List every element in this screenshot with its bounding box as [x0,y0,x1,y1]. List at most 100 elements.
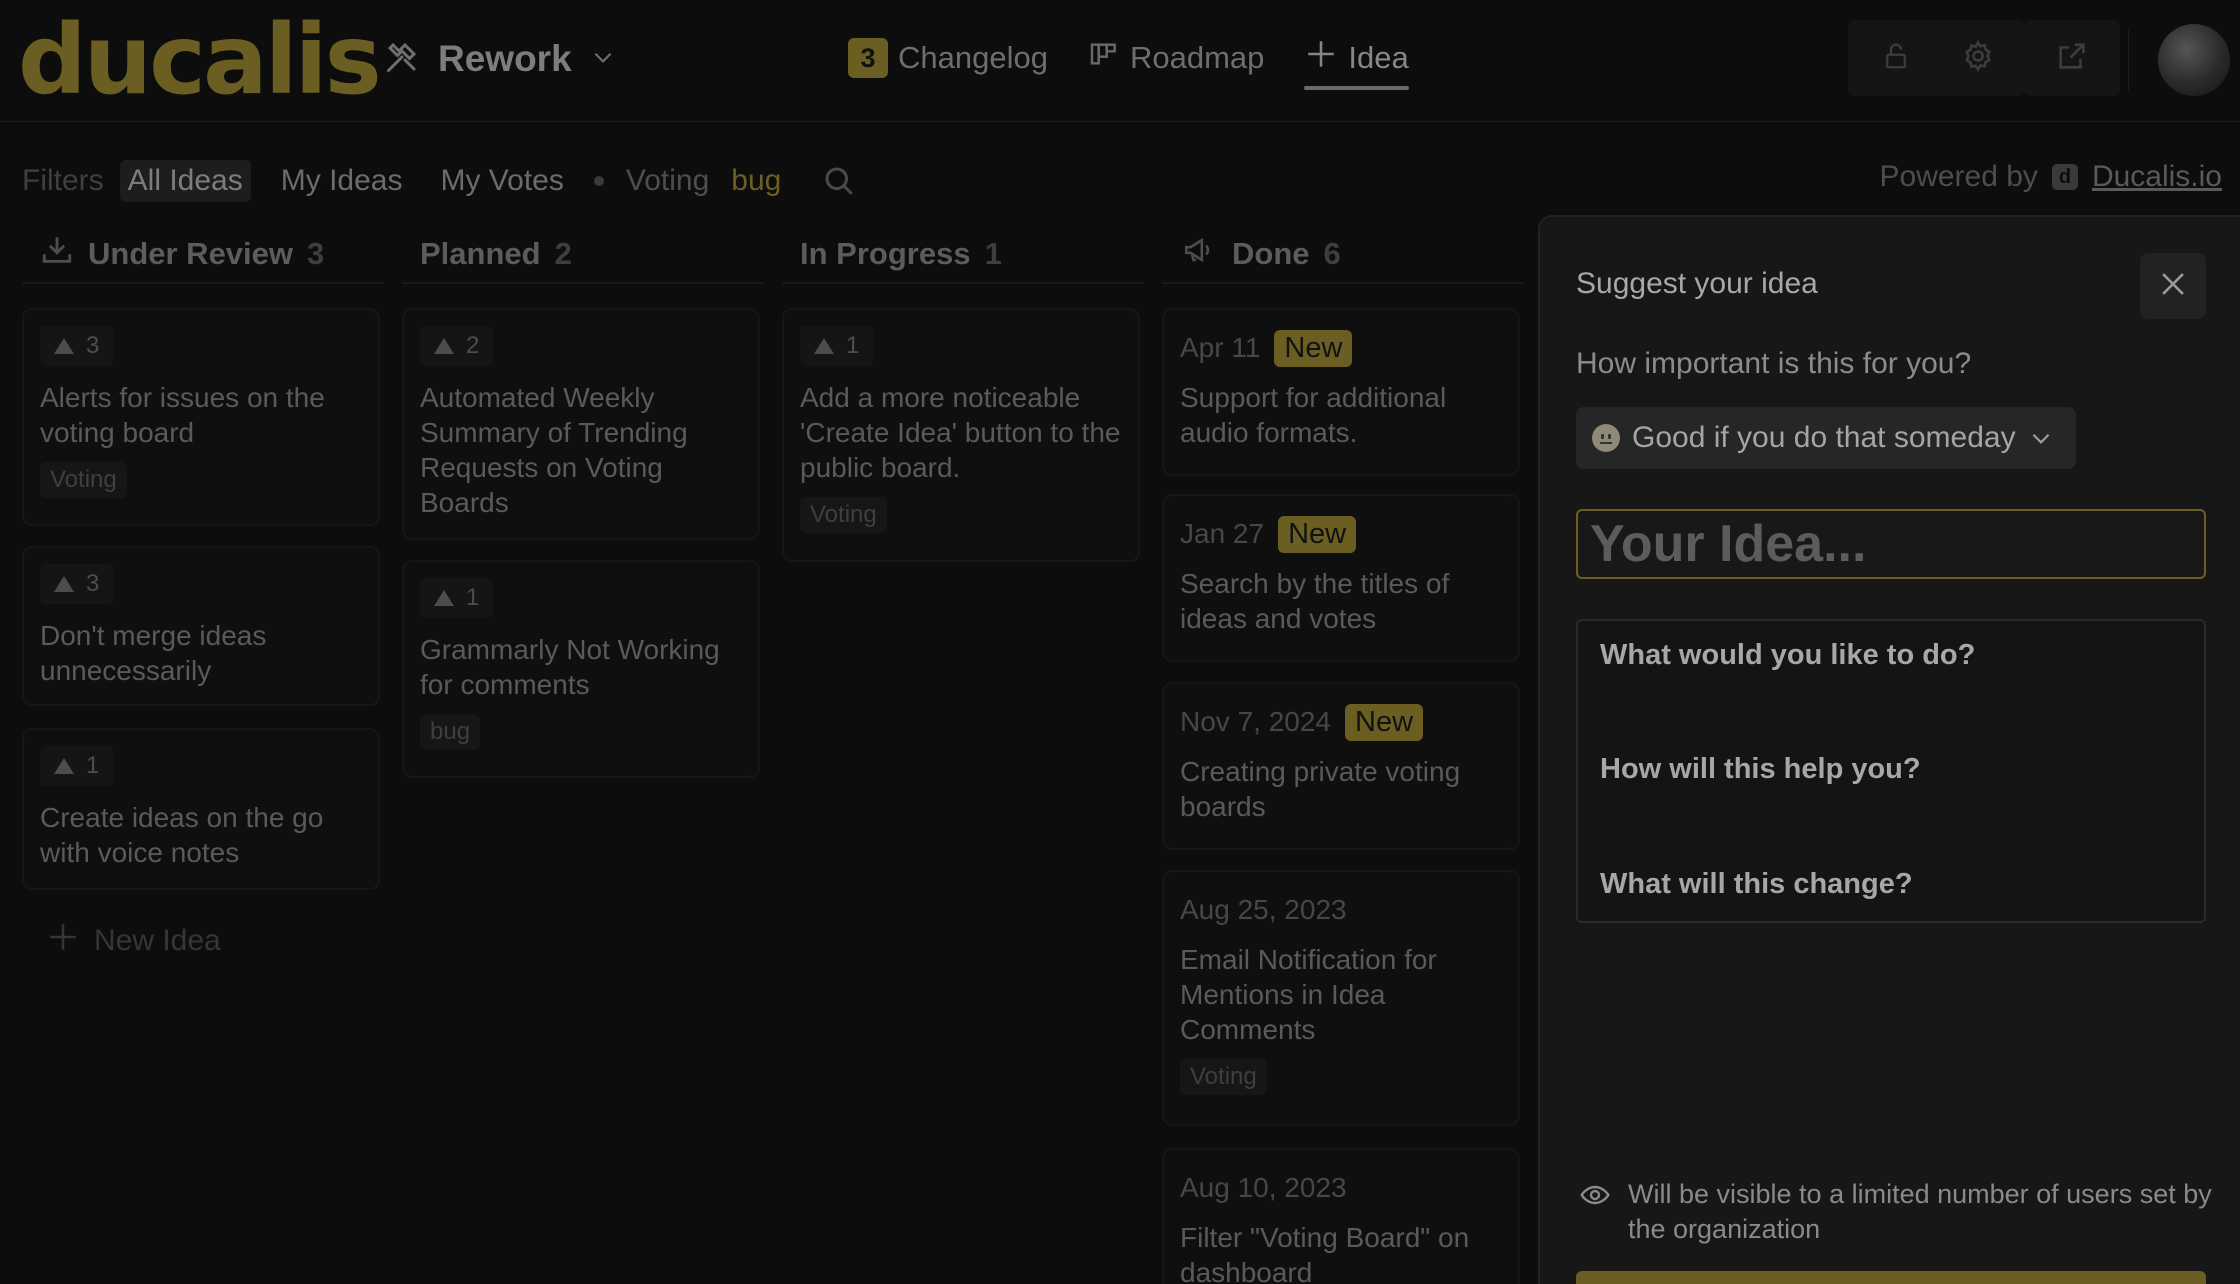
upvote-triangle-icon [434,338,454,354]
card-title: Search by the titles of ideas and votes [1180,568,1450,634]
card-date: Apr 11 [1180,332,1261,363]
powered-by: Powered by d Ducalis.io [1880,160,2223,194]
submit-button[interactable] [1576,1271,2206,1284]
importance-select[interactable]: Good if you do that someday [1576,407,2076,469]
column-header: Planned 2 [402,226,764,284]
gear-icon [1961,39,1995,78]
filters-label: Filters [22,164,104,197]
settings-button[interactable] [1930,20,2026,96]
search-icon[interactable] [821,163,857,199]
project-switcher[interactable]: Rework [384,34,616,84]
external-link-icon [2055,39,2089,78]
nav-roadmap[interactable]: Roadmap [1088,26,1264,90]
column-header: Done 6 [1162,226,1524,284]
card-title: Don't merge ideas unnecessarily [40,620,267,686]
vote-count: 3 [86,570,100,597]
open-external-button[interactable] [2024,20,2120,96]
vote-button[interactable]: 1 [800,326,874,366]
vote-button[interactable]: 1 [40,746,114,786]
chevron-down-icon [590,44,616,75]
upvote-triangle-icon [434,590,454,606]
vote-count: 1 [466,584,480,611]
idea-card[interactable]: 1 Add a more noticeable 'Create Idea' bu… [782,308,1140,562]
card-title: Grammarly Not Working for comments [420,634,720,700]
filter-tag-voting[interactable]: Voting [626,164,709,198]
idea-title-input[interactable] [1576,509,2206,579]
filter-my-ideas[interactable]: My Ideas [273,160,411,202]
vote-button[interactable]: 3 [40,564,114,604]
card-title: Email Notification for Mentions in Idea … [1180,944,1437,1045]
column-count: 3 [307,236,325,271]
lock-icon [1881,39,1911,78]
visibility-text: Will be visible to a limited number of u… [1628,1179,2212,1244]
prompt-what-to-do: What would you like to do? [1600,639,1976,671]
column-title: Under Review [88,236,294,271]
user-avatar[interactable] [2158,24,2230,96]
megaphone-icon [1180,233,1218,275]
ducalis-logo[interactable]: ducalis [18,6,382,114]
new-badge: New [1278,515,1357,553]
card-title: Filter "Voting Board" on dashboard [1180,1222,1470,1284]
idea-card[interactable]: 2 Automated Weekly Summary of Trending R… [402,308,760,540]
roadmap-icon [1088,38,1120,78]
upvote-triangle-icon [54,338,74,354]
changelog-count-badge: 3 [848,38,888,78]
new-badge: New [1274,329,1353,367]
column-title: Planned [420,236,541,271]
importance-value: Good if you do that someday [1632,421,2016,454]
vote-count: 2 [466,332,480,359]
vote-button[interactable]: 3 [40,326,114,366]
filter-all-ideas[interactable]: All Ideas [119,160,251,202]
plus-icon [46,920,80,962]
card-title: Create ideas on the go with voice notes [40,802,324,868]
changelog-card[interactable]: Aug 25, 2023 Email Notification for Ment… [1162,870,1520,1126]
card-title: Alerts for issues on the voting board [40,382,325,448]
ducalis-mini-logo-icon: d [2051,164,2078,190]
vote-count: 3 [86,332,100,359]
card-tag: Voting [1180,1059,1267,1095]
card-date: Aug 25, 2023 [1180,894,1347,925]
vote-button[interactable]: 1 [420,578,494,618]
column-header: In Progress 1 [782,226,1144,284]
card-title: Automated Weekly Summary of Trending Req… [420,382,688,518]
column-count: 1 [984,236,1002,271]
filter-my-votes[interactable]: My Votes [432,160,571,202]
idea-description-editor[interactable]: What would you like to do? How will this… [1576,619,2206,923]
idea-card[interactable]: 1 Grammarly Not Working for comments bug [402,560,760,778]
main-nav: 3 Changelog Roadmap Idea [848,26,1410,90]
column-title: Done [1232,236,1310,271]
changelog-card[interactable]: Aug 10, 2023 Filter "Voting Board" on da… [1162,1148,1520,1284]
close-icon [2156,267,2190,306]
changelog-card[interactable]: Apr 11 New Support for additional audio f… [1162,308,1520,476]
column-done: Done 6 Apr 11 New Support for additional … [1162,226,1524,1284]
changelog-card[interactable]: Jan 27 New Search by the titles of ideas … [1162,494,1520,662]
vote-button[interactable]: 2 [420,326,494,366]
vote-count: 1 [86,752,100,779]
card-title: Support for additional audio formats. [1180,382,1447,448]
nav-idea-label: Idea [1348,40,1409,75]
idea-card[interactable]: 1 Create ideas on the go with voice note… [22,728,380,890]
nav-idea[interactable]: Idea [1304,26,1410,90]
new-idea-button[interactable]: New Idea [46,920,221,962]
tools-icon [384,39,420,80]
suggest-idea-panel: Suggest your idea How important is this … [1538,215,2240,1284]
card-tag: Voting [40,462,127,498]
importance-label: How important is this for you? [1576,347,1972,380]
upvote-triangle-icon [54,758,74,774]
ducalis-link[interactable]: Ducalis.io [2092,160,2222,194]
column-title: In Progress [800,236,971,271]
filter-tag-bug[interactable]: bug [731,164,781,198]
new-badge: New [1345,703,1424,741]
card-date: Aug 10, 2023 [1180,1172,1347,1203]
upvote-triangle-icon [54,576,74,592]
idea-card[interactable]: 3 Don't merge ideas unnecessarily [22,546,380,706]
close-button[interactable] [2140,253,2206,319]
nav-changelog[interactable]: 3 Changelog [848,26,1048,90]
chevron-down-icon [2028,425,2054,451]
header-divider [2128,30,2129,90]
idea-card[interactable]: 3 Alerts for issues on the voting board … [22,308,380,526]
nav-roadmap-label: Roadmap [1129,40,1265,75]
neutral-face-icon [1592,424,1620,452]
changelog-card[interactable]: Nov 7, 2024 New Creating private voting b… [1162,682,1520,850]
column-header: Under Review 3 [22,226,384,284]
